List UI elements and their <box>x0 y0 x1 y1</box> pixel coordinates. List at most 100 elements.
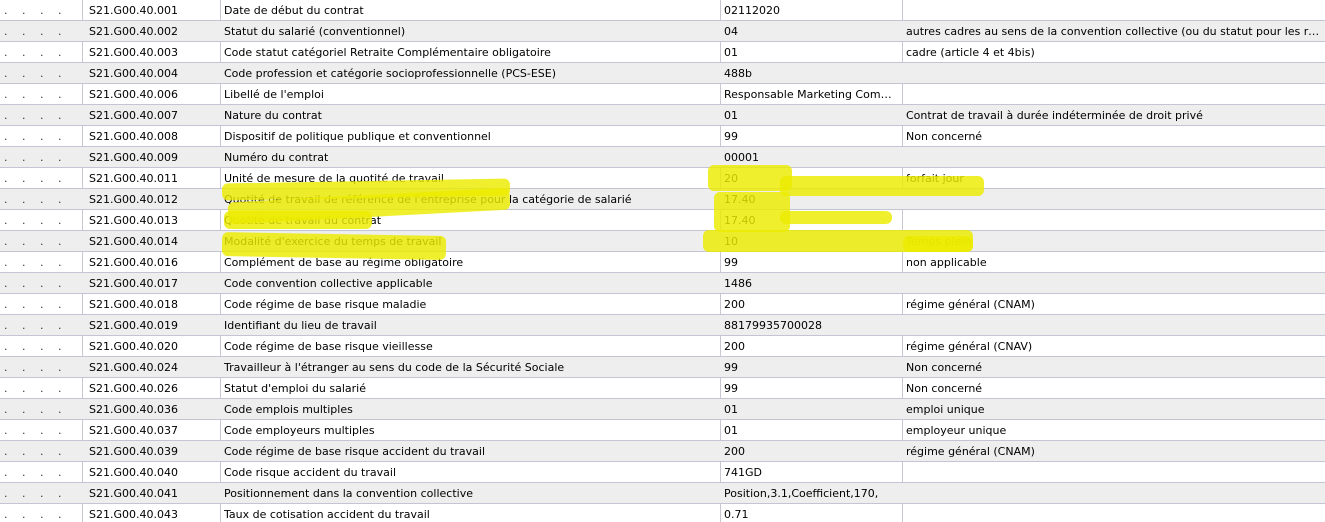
table-row[interactable]: .... S21.G00.40.001 Date de début du contr… <box>0 0 1325 21</box>
rubric-code-cell: S21.G00.40.016 <box>89 256 178 269</box>
table-row[interactable]: .... S21.G00.40.007 Nature du contrat 01 Con… <box>0 105 1325 126</box>
rubric-label-cell: Code régime de base risque accident du t… <box>224 445 486 458</box>
rubric-description-cell: Non concerné <box>906 361 983 374</box>
tree-indent-dots: .... <box>4 235 62 248</box>
rubric-description-cell: cadre (article 4 et 4bis) <box>906 46 1035 59</box>
rubric-code-cell: S21.G00.40.024 <box>89 361 178 374</box>
rubric-label-cell: Positionnement dans la convention collec… <box>224 487 473 500</box>
table-row[interactable]: .... S21.G00.40.014 Modalité d'exercice du… <box>0 231 1325 252</box>
rubric-code-cell: S21.G00.40.017 <box>89 277 178 290</box>
table-row[interactable]: .... S21.G00.40.006 Libellé de l'emploi Res… <box>0 84 1325 105</box>
rubric-description-cell: emploi unique <box>906 403 985 416</box>
table-row[interactable]: .... S21.G00.40.036 Code emplois multiples… <box>0 399 1325 420</box>
tree-indent-dots: .... <box>4 298 62 311</box>
rubric-description-cell <box>906 462 1322 483</box>
table-row[interactable]: .... S21.G00.40.039 Code régime de base ri… <box>0 441 1325 462</box>
tree-indent-dots: .... <box>4 256 62 269</box>
rubric-value-cell: 200 <box>724 340 745 353</box>
rubric-description-cell <box>906 210 1322 231</box>
rubric-value-cell: 17.40 <box>724 193 756 206</box>
tree-indent-dots: .... <box>4 487 62 500</box>
rubric-label-cell: Quotité de travail du contrat <box>224 214 382 227</box>
table-row[interactable]: .... S21.G00.40.043 Taux de cotisation acc… <box>0 504 1325 522</box>
table-row[interactable]: .... S21.G00.40.017 Code convention collec… <box>0 273 1325 294</box>
rubric-value-cell: 200 <box>724 298 745 311</box>
rubric-code-cell: S21.G00.40.020 <box>89 340 178 353</box>
rubric-description-cell: non applicable <box>906 256 987 269</box>
table-row[interactable]: .... S21.G00.40.008 Dispositif de politiqu… <box>0 126 1325 147</box>
rubric-description-cell: Non concerné <box>906 382 983 395</box>
rubric-code-cell: S21.G00.40.037 <box>89 424 178 437</box>
table-row[interactable]: .... S21.G00.40.016 Complément de base au … <box>0 252 1325 273</box>
tree-indent-dots: .... <box>4 340 62 353</box>
rubric-label-cell: Code profession et catégorie socioprofes… <box>224 67 557 80</box>
dsn-data-grid: .... S21.G00.40.001 Date de début du contr… <box>0 0 1325 522</box>
rubric-description-cell: régime général (CNAV) <box>906 340 1033 353</box>
rubric-description-cell: Non concerné <box>906 130 983 143</box>
table-row[interactable]: .... S21.G00.40.012 Quotité de travail de … <box>0 189 1325 210</box>
tree-indent-dots: .... <box>4 25 62 38</box>
table-row[interactable]: .... S21.G00.40.019 Identifiant du lieu de… <box>0 315 1325 336</box>
rubric-code-cell: S21.G00.40.009 <box>89 151 178 164</box>
rubric-label-cell: Code statut catégoriel Retraite Compléme… <box>224 46 551 59</box>
table-row[interactable]: .... S21.G00.40.004 Code profession et cat… <box>0 63 1325 84</box>
rubric-label-cell: Code risque accident du travail <box>224 466 396 479</box>
table-row[interactable]: .... S21.G00.40.002 Statut du salarié (con… <box>0 21 1325 42</box>
tree-indent-dots: .... <box>4 109 62 122</box>
table-row[interactable]: .... S21.G00.40.013 Quotité de travail du … <box>0 210 1325 231</box>
rubric-description-cell <box>906 147 1322 168</box>
table-row[interactable]: .... S21.G00.40.018 Code régime de base ri… <box>0 294 1325 315</box>
tree-indent-dots: .... <box>4 466 62 479</box>
rubric-description-cell <box>906 273 1322 294</box>
rubric-description-cell: régime général (CNAM) <box>906 298 1035 311</box>
table-row[interactable]: .... S21.G00.40.041 Positionnement dans la… <box>0 483 1325 504</box>
rubric-code-cell: S21.G00.40.002 <box>89 25 178 38</box>
rubric-value-cell: 0.71 <box>724 508 749 521</box>
rubric-label-cell: Code régime de base risque vieillesse <box>224 340 433 353</box>
tree-indent-dots: .... <box>4 46 62 59</box>
rubric-code-cell: S21.G00.40.008 <box>89 130 178 143</box>
rubric-label-cell: Dispositif de politique publique et conv… <box>224 130 491 143</box>
rubric-value-cell: 741GD <box>724 466 762 479</box>
rubric-value-cell: 01 <box>724 46 738 59</box>
rubric-value-cell: 99 <box>724 361 738 374</box>
table-row[interactable]: .... S21.G00.40.009 Numéro du contrat 00001 <box>0 147 1325 168</box>
rubric-code-cell: S21.G00.40.039 <box>89 445 178 458</box>
table-row[interactable]: .... S21.G00.40.011 Unité de mesure de la … <box>0 168 1325 189</box>
rubric-label-cell: Quotité de travail de référence de l'ent… <box>224 193 632 206</box>
table-row[interactable]: .... S21.G00.40.024 Travailleur à l'étrang… <box>0 357 1325 378</box>
rubric-value-cell: 488b <box>724 67 752 80</box>
tree-indent-dots: .... <box>4 172 62 185</box>
rubric-description-cell <box>906 504 1322 522</box>
tree-indent-dots: .... <box>4 424 62 437</box>
rubric-code-cell: S21.G00.40.011 <box>89 172 178 185</box>
rubric-label-cell: Code régime de base risque maladie <box>224 298 427 311</box>
table-row[interactable]: .... S21.G00.40.020 Code régime de base ri… <box>0 336 1325 357</box>
rubric-value-cell: 01 <box>724 403 738 416</box>
rubric-code-cell: S21.G00.40.040 <box>89 466 178 479</box>
table-row[interactable]: .... S21.G00.40.003 Code statut catégoriel… <box>0 42 1325 63</box>
rubric-description-cell <box>906 315 1322 336</box>
rubric-label-cell: Taux de cotisation accident du travail <box>224 508 430 521</box>
tree-indent-dots: .... <box>4 130 62 143</box>
rubric-value-cell: 17.40 <box>724 214 756 227</box>
tree-indent-dots: .... <box>4 382 62 395</box>
rubric-code-cell: S21.G00.40.006 <box>89 88 178 101</box>
rubric-code-cell: S21.G00.40.026 <box>89 382 178 395</box>
rubric-code-cell: S21.G00.40.001 <box>89 4 178 17</box>
rubric-label-cell: Code employeurs multiples <box>224 424 375 437</box>
rubric-label-cell: Statut du salarié (conventionnel) <box>224 25 406 38</box>
rubric-label-cell: Statut d'emploi du salarié <box>224 382 367 395</box>
rubric-value-cell: Responsable Marketing Communi... <box>724 88 900 101</box>
table-row[interactable]: .... S21.G00.40.026 Statut d'emploi du sal… <box>0 378 1325 399</box>
rubric-label-cell: Unité de mesure de la quotité de travail <box>224 172 444 185</box>
rubric-label-cell: Code convention collective applicable <box>224 277 433 290</box>
rubric-description-cell <box>906 189 1322 210</box>
rubric-description-cell <box>906 84 1322 105</box>
table-row[interactable]: .... S21.G00.40.040 Code risque accident d… <box>0 462 1325 483</box>
rubric-code-cell: S21.G00.40.012 <box>89 193 178 206</box>
table-row[interactable]: .... S21.G00.40.037 Code employeurs multip… <box>0 420 1325 441</box>
rubric-value-cell: 99 <box>724 382 738 395</box>
rubric-code-cell: S21.G00.40.003 <box>89 46 178 59</box>
rubric-value-cell: 01 <box>724 109 738 122</box>
